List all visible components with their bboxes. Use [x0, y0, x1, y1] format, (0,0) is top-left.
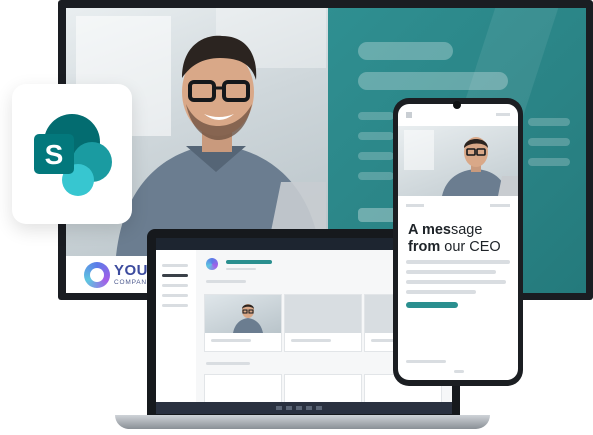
laptop-taskbar — [156, 402, 452, 414]
company-logo-icon — [84, 262, 110, 288]
message-headline: A message from our CEO — [408, 222, 501, 255]
smartphone-screen: A message from our CEO — [398, 104, 518, 380]
read-more-button[interactable] — [406, 302, 458, 308]
laptop-base — [115, 415, 490, 429]
laptop-sidebar — [156, 250, 196, 402]
news-card[interactable] — [204, 294, 282, 352]
news-card[interactable] — [284, 294, 362, 352]
sharepoint-icon: S — [34, 114, 112, 196]
ceo-figure-mobile — [442, 137, 518, 196]
sharepoint-letter: S — [45, 139, 64, 170]
menu-icon[interactable] — [406, 112, 412, 118]
ceo-photo-mobile — [398, 126, 518, 196]
sharepoint-app-tile: S — [12, 84, 132, 224]
camera-notch — [453, 101, 461, 109]
ceo-thumb — [233, 304, 263, 333]
site-logo-icon — [206, 258, 218, 270]
ceo-figure — [116, 35, 326, 256]
